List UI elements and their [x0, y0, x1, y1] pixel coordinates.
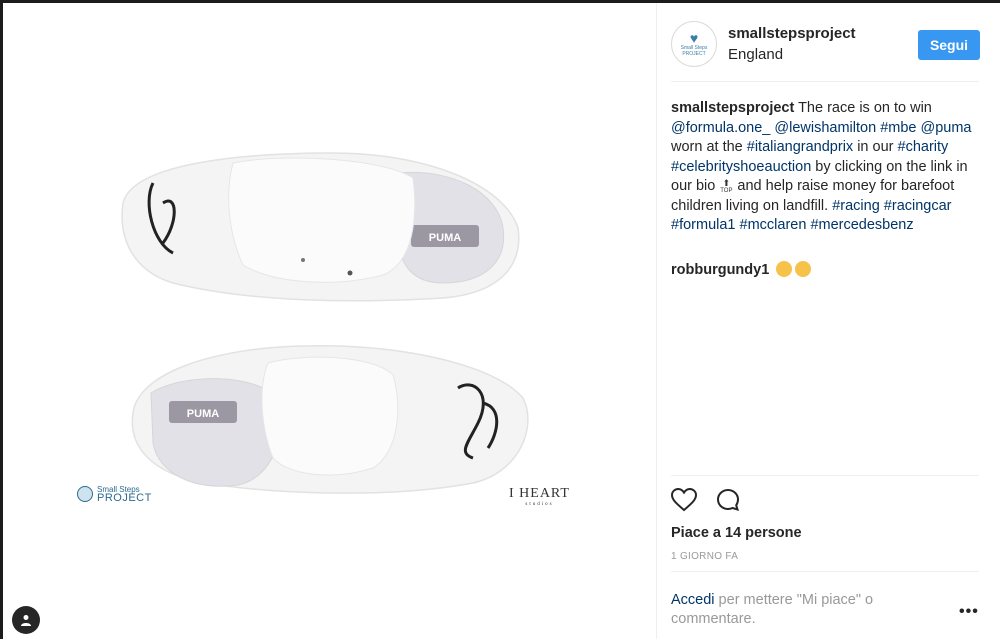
login-prompt: Accedi per mettere "Mi piace" o commenta… [671, 591, 921, 629]
avatar[interactable]: ♥ Small Steps PROJECT [671, 21, 717, 67]
caption-link[interactable]: @lewishamilton [774, 120, 876, 136]
caption-text: worn at the [671, 139, 747, 155]
heart-icon[interactable] [671, 487, 697, 513]
heart-logo-icon: ♥ [689, 30, 699, 46]
likes-count[interactable]: Piace a 14 persone [671, 525, 802, 541]
caption-link[interactable]: #mcclaren [740, 217, 807, 233]
comment-username[interactable]: robburgundy1 [671, 262, 769, 278]
follow-button[interactable]: Segui [918, 30, 980, 60]
insole-brand-top: PUMA [429, 232, 461, 244]
thumbs-up-emoji-icon [776, 261, 793, 277]
header-location[interactable]: England [728, 46, 783, 63]
caption-text: The race is on to win [794, 100, 932, 116]
caption-link[interactable]: #racing [832, 198, 880, 214]
actions-divider [671, 475, 979, 476]
insole-brand-bottom: PUMA [187, 408, 219, 420]
footer-divider [671, 571, 979, 572]
caption-link[interactable]: #italiangrandprix [747, 139, 853, 155]
small-steps-logo-icon [77, 486, 93, 502]
comment-icon[interactable] [715, 487, 741, 513]
clapping-hands-emoji-icon [795, 261, 812, 277]
sneakers-illustration: PUMA PUMA [111, 152, 538, 498]
caption-link[interactable]: #mercedesbenz [810, 217, 913, 233]
comment-item: robburgundy1 [671, 261, 812, 278]
more-options-icon[interactable]: ••• [959, 603, 979, 621]
watermark-right-big: I HEART [509, 486, 570, 501]
watermark-left-big: PROJECT [97, 492, 152, 504]
caption-link[interactable]: @puma [921, 120, 972, 136]
caption-link[interactable]: #celebrityshoeauction [671, 159, 811, 175]
caption-link[interactable]: #mbe [880, 120, 916, 136]
caption-link[interactable]: #charity [898, 139, 949, 155]
caption-link[interactable]: #formula1 [671, 217, 735, 233]
top-arrow-emoji-icon: ⬆ TOP [720, 177, 733, 194]
post-caption: smallstepsproject The race is on to win … [671, 99, 981, 236]
iheart-watermark: I HEART studios [509, 486, 570, 507]
header-username[interactable]: smallstepsproject [728, 25, 856, 42]
post-header: ♥ Small Steps PROJECT smallstepsproject … [671, 21, 993, 71]
post-photo[interactable]: PUMA PUMA Small Steps PROJECT I HEART st… [3, 3, 655, 639]
caption-link[interactable]: #racingcar [884, 198, 952, 214]
post-date[interactable]: 1 GIORNO FA [671, 551, 738, 562]
header-divider [671, 81, 979, 82]
caption-username[interactable]: smallstepsproject [671, 100, 794, 116]
caption-link[interactable]: @formula.one_ [671, 120, 770, 136]
small-steps-watermark: Small Steps PROJECT [77, 485, 152, 504]
caption-text: in our [853, 139, 898, 155]
post-side-panel: ♥ Small Steps PROJECT smallstepsproject … [656, 3, 1000, 639]
user-tag-icon[interactable] [12, 606, 40, 634]
post-actions [671, 487, 741, 513]
watermark-right-small: studios [525, 502, 554, 507]
avatar-text: Small Steps PROJECT [680, 45, 708, 57]
login-link[interactable]: Accedi [671, 592, 715, 608]
